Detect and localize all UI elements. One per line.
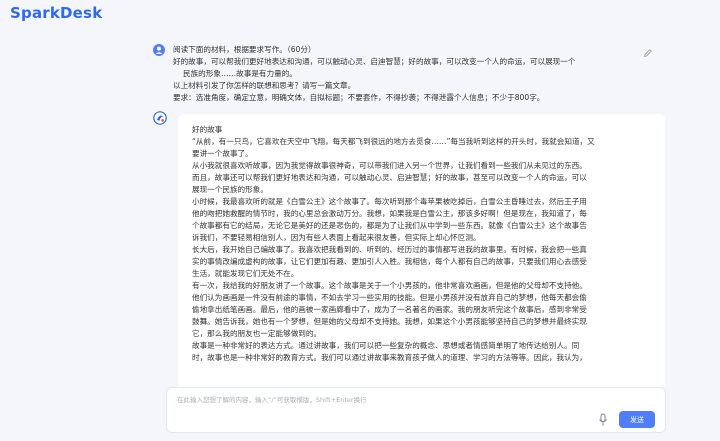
answer-line: 个故事都有它的结局，无论它是美好的还是悲伤的，都是为了让我们从中学到一些东西。就… (192, 221, 587, 230)
send-button[interactable]: 发送 (619, 411, 655, 428)
answer-line: 要讲一个故事了。 (192, 149, 253, 158)
user-message-line: 要求：选准角度，确定立意，明确文体，自拟标题；不要套作，不得抄袭；不得泄露个人信… (173, 93, 545, 102)
answer-line: 偷地拿出纸笔画画。最后，他的画被一家画廊看中了，成为了一名著名的画家。我的朋友听… (192, 305, 587, 314)
answer-line: 长大后，我开始自己编故事了。我喜欢把我看到的、听到的、经历过的事情都写进我的故事… (192, 245, 587, 254)
answer-line: 展现一个民族的形象。 (192, 185, 268, 194)
answer-line: 有一次，我给我的好朋友讲了一个故事。这个故事是关于一个小男孩的，他非常喜欢画画，… (192, 281, 587, 290)
user-message-line: 好的故事，可以帮我们更好地表达和沟通，可以触动心灵、启迪智慧；好的故事，可以改变… (173, 57, 576, 66)
user-message: 阅读下面的材料，根据要求写作。（60分） 好的故事，可以帮我们更好地表达和沟通，… (173, 44, 643, 104)
answer-card: 好的故事 “从前，有一只鸟，它喜欢在天空中飞翔，每天都飞到很远的地方去觅食……”每… (178, 114, 665, 390)
user-message-line: 阅读下面的材料，根据要求写作。（60分） (173, 45, 316, 54)
user-message-line: 以上材料引发了你怎样的联想和思考？请写一篇文章。 (173, 81, 356, 90)
answer-line: 诉我们，不要轻易相信别人，因为有些人表面上看起来很友善，但实际上却心怀叵测。 (192, 233, 481, 242)
answer-line: 小时候，我最喜欢听的就是《白雪公主》这个故事了。每次听到那个毒苹果被吃掉后，白雪… (192, 197, 587, 206)
answer-line: 时，故事也是一种非常好的教育方式。我们可以通过讲故事来教育孩子做人的道理、学习的… (192, 353, 587, 362)
top-bar: SparkDesk (0, 0, 720, 30)
answer-line: 鼓舞。她告诉我，她也有一个梦想，但是她的父母却不支持她。我想，如果这个小男孩能够… (192, 317, 587, 326)
microphone-icon[interactable] (598, 413, 608, 427)
user-avatar-icon (153, 44, 165, 56)
answer-line: 从小我就很喜欢听故事，因为我觉得故事很神奇，可以带我们进入另一个世界，让我们看到… (192, 161, 587, 170)
answer-title: 好的故事 (192, 125, 223, 134)
user-message-line: 民族的形象……故事是有力量的。 (183, 69, 297, 78)
answer-line: 实的事情改编成虚构的故事，让它们更加有趣、更加引人入胜。我相信，每个人都有自己的… (192, 257, 587, 266)
answer-text: 好的故事 “从前，有一只鸟，它喜欢在天空中飞翔，每天都飞到很远的地方去觅食……”每… (192, 124, 654, 364)
answer-line: 他的吻把她救醒的情节时，我的心里总会激动万分。我想，如果我是白雪公主，那该多好啊… (192, 209, 587, 218)
answer-line: “从前，有一只鸟，它喜欢在天空中飞翔，每天都飞到很远的地方去觅食……”每当我听到… (192, 137, 595, 146)
app-logo[interactable]: SparkDesk (10, 4, 102, 22)
chat-input-box[interactable]: 在此输入您想了解的内容，输入“/”可获取模版，Shift+Enter换行 发送 (166, 387, 666, 433)
answer-line: 它，那么我的朋友也一定能够做到的。 (192, 329, 322, 338)
answer-line: 他们认为画画是一件没有前途的事情，不如去学习一些实用的技能。但是小男孩并没有放弃… (192, 293, 587, 302)
chat-input-placeholder[interactable]: 在此输入您想了解的内容，输入“/”可获取模版，Shift+Enter换行 (177, 394, 367, 404)
answer-line: 故事是一种非常好的表达方式。通过讲故事，我们可以把一些复杂的概念、思想或者情感简… (192, 341, 580, 350)
answer-line: 生活，就能发现它们无处不在。 (192, 269, 299, 278)
pencil-icon[interactable] (643, 48, 653, 58)
answer-line: 而且，故事还可以帮我们更好地表达和沟通，可以触动心灵、启迪智慧；好的故事，甚至可… (192, 173, 587, 182)
sparkdesk-avatar-icon (153, 111, 167, 125)
